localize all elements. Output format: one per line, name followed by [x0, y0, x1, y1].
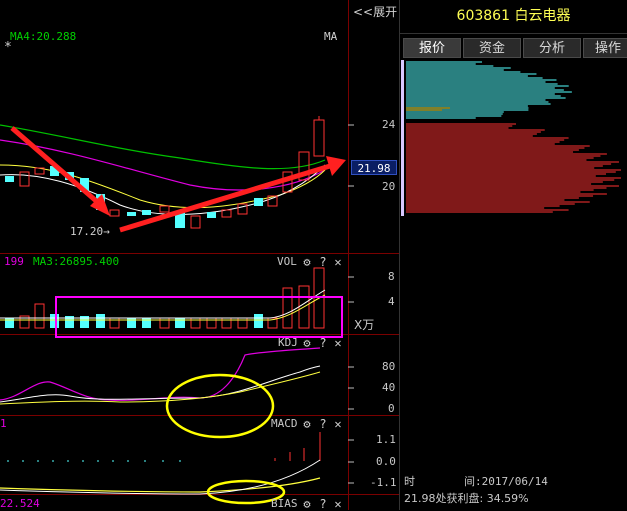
- macd-settings-gear-icon[interactable]: ⚙: [301, 418, 313, 430]
- time-label: 时: [404, 475, 415, 488]
- macd-tick-0-0: 0.0: [376, 455, 396, 468]
- kdj-tick-0: 0: [388, 402, 395, 415]
- kdj-settings-gear-icon[interactable]: ⚙: [301, 337, 313, 349]
- vol-unit-label: X万: [354, 318, 375, 332]
- time-value: 间:2017/06/14: [464, 475, 548, 488]
- right-panel: 603861 白云电器 报价 资金 分析 操作 时 间:2017/06/14 2…: [400, 0, 627, 510]
- title-divider: [400, 33, 627, 34]
- bias-close-icon[interactable]: ✕: [332, 498, 344, 510]
- kdj-tick-80: 80: [382, 360, 396, 373]
- vol-help-icon[interactable]: ?: [317, 256, 329, 268]
- kdj-highlight-ellipse: [165, 373, 275, 439]
- vol-left-label: 199: [4, 255, 24, 268]
- bias-panel-label: BIAS: [271, 497, 298, 510]
- down-trend-arrow: [10, 126, 104, 208]
- vol-panel-label: VOL: [277, 255, 297, 268]
- ma-short-label: MA: [324, 30, 338, 43]
- ma4-label: MA4:20.288: [10, 30, 77, 43]
- kdj-close-icon[interactable]: ✕: [332, 337, 344, 349]
- profit-ratio-line: 21.98处获利盘: 34.59%: [404, 492, 529, 505]
- current-price-badge: 21.98: [351, 160, 397, 175]
- tab-analysis[interactable]: 分析: [523, 38, 581, 58]
- tab-operation[interactable]: 操作: [583, 38, 627, 58]
- expand-button[interactable]: <<展开: [353, 6, 397, 18]
- up-trend-arrow: [119, 163, 331, 233]
- stock-title: 603861 白云电器: [456, 8, 571, 24]
- tab-capital[interactable]: 资金: [463, 38, 521, 58]
- low-price-annotation: 17.20→: [70, 225, 110, 238]
- kdj-panel-label: KDJ: [278, 336, 298, 349]
- star-marker: *: [4, 40, 12, 55]
- macd-panel-label: MACD: [271, 417, 298, 430]
- vol-tick-8: 8: [388, 270, 395, 283]
- bias-settings-gear-icon[interactable]: ⚙: [301, 498, 313, 510]
- chip-distribution-chart: [401, 60, 621, 216]
- kdj-tick-40: 40: [382, 381, 396, 394]
- vol-ma3-label: MA3:26895.400: [33, 255, 120, 268]
- kdj-help-icon[interactable]: ?: [317, 337, 329, 349]
- macd-tick-1-1: 1.1: [376, 433, 396, 446]
- macd-left-label: 1: [0, 417, 7, 430]
- bias-help-icon[interactable]: ?: [317, 498, 329, 510]
- macd-close-icon[interactable]: ✕: [332, 418, 344, 430]
- price-tick-20: 20: [382, 180, 396, 193]
- vol-settings-gear-icon[interactable]: ⚙: [301, 256, 313, 268]
- bias-left-label: 22.524: [0, 497, 40, 510]
- macd-help-icon[interactable]: ?: [317, 418, 329, 430]
- macd-tick-neg-1-1: -1.1: [370, 476, 397, 489]
- tab-quote[interactable]: 报价: [403, 38, 461, 58]
- vol-tick-4: 4: [388, 295, 395, 308]
- price-tick-24: 24: [382, 118, 396, 131]
- ma-white-line: [0, 164, 326, 215]
- chart-area[interactable]: MA4:20.288 MA * 17.20→ 24 20 21.98 <<展开 …: [0, 0, 400, 510]
- vol-close-icon[interactable]: ✕: [332, 256, 344, 268]
- macd-histogram: [7, 460, 181, 462]
- candles: [5, 116, 325, 229]
